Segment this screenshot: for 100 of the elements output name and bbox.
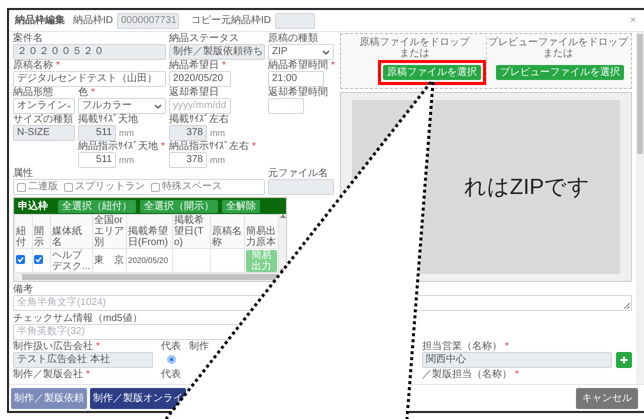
table-cell-text: 2020/05/20 (128, 255, 170, 266)
field-label: 返却希望日 (169, 87, 219, 98)
column-header: 開示 (32, 214, 50, 248)
required-mark: * (86, 369, 90, 380)
required-mark: * (252, 141, 256, 152)
column-header: 原稿名称 (210, 214, 244, 248)
select-button[interactable]: 全解除 (222, 200, 260, 212)
checkbox-label: 特殊スペース (162, 180, 222, 194)
field-label: 原稿の種類 (268, 33, 318, 44)
dropdown[interactable]: オンライン (13, 98, 75, 114)
field-label: 色 (78, 87, 88, 98)
field-label: 制作扱い広告会社 (13, 341, 93, 352)
field-label: コピー元納品枠ID (191, 15, 271, 26)
column-header: 媒体紙名 (50, 214, 92, 248)
column-header: 掲載希望日(From) (126, 214, 172, 248)
checkbox-label: 二連版 (28, 180, 58, 194)
scrollbar[interactable] (636, 32, 644, 384)
field-label: 属性 (13, 168, 33, 179)
input-field[interactable]: 511 (78, 125, 116, 141)
input-field[interactable]: ２０２００５２０ (13, 44, 166, 60)
checkbox[interactable] (17, 182, 26, 192)
cancel-button[interactable]: キャンセル (576, 388, 638, 408)
field-label: 納品指示ｻｲｽﾞ左右 (169, 141, 249, 152)
required-mark: * (96, 341, 100, 352)
table-cell: 東 京 (94, 255, 125, 266)
unit-label: mm (119, 128, 134, 138)
checkbox[interactable] (34, 255, 43, 264)
dropdown[interactable]: ZIP (268, 44, 334, 60)
unit-label: mm (210, 128, 225, 138)
input-field[interactable]: N-SIZE (13, 125, 75, 141)
checkbox-label: スプリットラン (75, 180, 145, 194)
input-field[interactable]: テスト広告会社 本社 (13, 352, 153, 368)
drop-hint: または (543, 48, 573, 59)
required-mark: * (56, 60, 60, 71)
radio-button[interactable] (166, 355, 176, 364)
field-label: 納品形態 (13, 87, 53, 98)
checkbox[interactable] (16, 255, 25, 264)
column-header: 全国or エリア別 (92, 214, 126, 248)
field-label: 納品ステータス (169, 33, 239, 44)
field-label: 納品希望時間 (268, 60, 328, 71)
field-label: 掲載ｻｲｽﾞ天地 (78, 114, 138, 125)
table-cell: ヘルプデスク... (52, 250, 91, 272)
field-label: サイズの種類 (13, 114, 73, 125)
field-label: ／製版担当（名称） (422, 369, 512, 380)
input-field[interactable]: 378 (169, 125, 207, 141)
action-button[interactable]: 制作／製版オンライ (90, 388, 186, 408)
drop-hint: または (400, 48, 430, 59)
chevron-down-icon (154, 104, 162, 108)
field-label: 原稿名称 (13, 60, 53, 71)
field-label: 備考 (13, 284, 33, 295)
table-title: 申込枠 (18, 200, 48, 212)
column-header: 掲載希望日(To) (172, 214, 210, 248)
field-label: 納品枠ID (73, 15, 113, 26)
input-field[interactable]: 関西中心 (422, 352, 612, 368)
field-label: 掲載ｻｲｽﾞ左右 (169, 114, 229, 125)
dropdown[interactable]: フルカラー (78, 98, 166, 114)
scrollbar[interactable] (279, 214, 286, 273)
input-field[interactable]: 21:00 (268, 71, 324, 87)
field-label: 制作 (189, 341, 209, 352)
field-label: 代表 (161, 369, 181, 380)
field-label: 担当営業（名称） (422, 341, 502, 352)
unit-label: mm (210, 154, 225, 166)
drop-hint: プレビューファイルをドロップ (488, 37, 628, 48)
action-button[interactable]: 制作／製版依頼 (11, 388, 87, 408)
copy-id-field[interactable] (275, 12, 315, 28)
resize-grip-icon (624, 303, 630, 309)
input-field[interactable]: 511 (78, 152, 116, 168)
required-mark: * (161, 141, 165, 152)
required-mark: * (505, 341, 509, 352)
column-header: 紐付 (14, 214, 32, 248)
required-mark: * (222, 60, 226, 71)
chevron-down-icon (322, 50, 330, 54)
input-field[interactable]: デジタルセンドテスト（山田） (13, 71, 166, 87)
checkbox[interactable] (151, 182, 160, 192)
unit-label: mm (119, 154, 134, 166)
field-label: チェックサム情報（md5値） (13, 313, 142, 324)
field-label: 元ファイル名 (268, 168, 328, 179)
modal-title: 納品枠編集 (15, 15, 65, 26)
add-button[interactable] (616, 352, 632, 368)
drop-hint: 原稿ファイルをドロップ (360, 37, 470, 48)
input-field[interactable]: 378 (169, 152, 207, 168)
field-label: 制作／製版会社 (13, 369, 83, 380)
required-mark: * (331, 60, 335, 71)
select-button[interactable]: 全選択（開示） (140, 200, 218, 212)
field-label: 返却希望時間 (268, 87, 328, 98)
required-mark: * (515, 369, 519, 380)
input-field[interactable]: 制作／製版依頼待ち (169, 44, 265, 60)
field-label: 納品希望日 (169, 60, 219, 71)
field-label: 案件名 (13, 33, 43, 44)
field-label: 納品指示ｻｲｽﾞ天地 (78, 141, 158, 152)
plus-icon (620, 356, 628, 364)
input-field[interactable] (268, 179, 334, 195)
field-label: 代表 (161, 341, 181, 352)
checkbox[interactable] (64, 182, 73, 192)
input-field[interactable]: 2020/05/20 (169, 71, 231, 87)
column-header: 簡易出力原本 (244, 214, 278, 248)
select-button[interactable]: 全選択（紐付） (58, 200, 136, 212)
input-field[interactable] (268, 98, 304, 114)
preview-text: れはZIPです (464, 174, 590, 200)
required-mark: * (91, 87, 95, 98)
